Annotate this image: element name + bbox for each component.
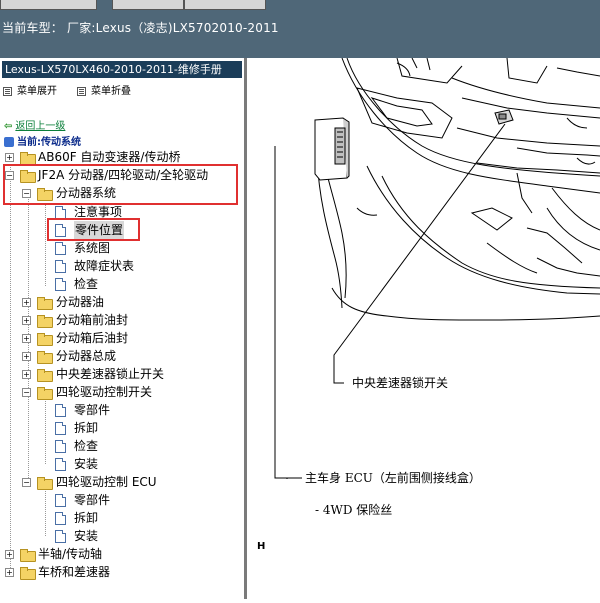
toolbar-button[interactable] [184, 0, 266, 10]
folder-icon [37, 351, 53, 364]
collapse-icon[interactable]: − [22, 388, 31, 397]
tree-item-center-diff-lock-switch[interactable]: + 中央差速器锁止开关 [0, 365, 240, 383]
tree-item-removal[interactable]: 拆卸 [0, 509, 240, 527]
tree-item-installation[interactable]: 安装 [0, 455, 240, 473]
callout-main-body-ecu: 主车身 ECU（左前围侧接线盒） [305, 471, 481, 485]
tree-item-label: 分动器油 [56, 295, 105, 309]
manual-title: Lexus-LX570LX460-2010-2011-维修手册 [2, 61, 242, 78]
parts-location-diagram: 中央差速器锁开关 主车身 ECU（左前围侧接线盒） - 4WD 保险丝 [247, 57, 600, 599]
tree-item-inspection[interactable]: 检查 [0, 275, 240, 293]
document-icon [55, 530, 66, 543]
expand-icon[interactable]: + [5, 568, 14, 577]
tree-item-rear-oil-seal[interactable]: + 分动箱后油封 [0, 329, 240, 347]
tree-item-inspection[interactable]: 检查 [0, 437, 240, 455]
current-section-label: 当前:传动系统 [17, 137, 81, 148]
folder-icon [37, 333, 53, 346]
tree-item-label: 安装 [74, 457, 99, 471]
document-icon [55, 278, 66, 291]
highlight-box [47, 218, 140, 241]
expand-menu-button[interactable]: 菜单展开 [3, 82, 57, 97]
document-icon [55, 440, 66, 453]
document-icon [55, 404, 66, 417]
tree-item-label: 零部件 [74, 403, 111, 417]
expand-icon[interactable]: + [22, 370, 31, 379]
tree-item-label: 系统图 [74, 241, 111, 255]
expand-icon[interactable]: + [22, 334, 31, 343]
document-icon [55, 512, 66, 525]
tree-item-system-diagram[interactable]: 系统图 [0, 239, 240, 257]
folder-icon [37, 315, 53, 328]
tree-item-label: 检查 [74, 277, 99, 291]
back-link[interactable]: ⇦ 返回上一级 [4, 117, 65, 132]
folder-open-icon [37, 477, 53, 490]
tree-item-label: 零部件 [74, 493, 111, 507]
list-icon [3, 86, 12, 96]
document-icon [55, 422, 66, 435]
top-bar: 当前车型： 厂家:Lexus（凌志)LX5702010-2011 [0, 0, 600, 58]
tree-item-label: 分动器总成 [56, 349, 117, 363]
expand-icon[interactable]: + [5, 153, 14, 162]
tree-item-removal[interactable]: 拆卸 [0, 419, 240, 437]
expand-icon[interactable]: + [22, 298, 31, 307]
back-arrow-icon: ⇦ [4, 121, 13, 132]
folder-icon [37, 369, 53, 382]
tree-item-4wd-control-ecu[interactable]: − 四轮驱动控制 ECU [0, 473, 240, 491]
folder-icon [20, 567, 36, 580]
list-icon [77, 86, 86, 96]
folder-icon [20, 549, 36, 562]
tree-item-front-oil-seal[interactable]: + 分动箱前油封 [0, 311, 240, 329]
dashboard-line-art [274, 57, 600, 479]
current-section: 当前:传动系统 [4, 133, 81, 148]
tree-item-label: 车桥和差速器 [38, 565, 111, 579]
tree-item-axle-differential[interactable]: + 车桥和差速器 [0, 563, 240, 581]
tree-item-label: 四轮驱动控制 ECU [56, 475, 157, 489]
collapse-menu-button[interactable]: 菜单折叠 [77, 82, 131, 97]
toolbar-button[interactable] [112, 0, 184, 10]
highlight-box [3, 164, 238, 205]
tree-item-label: 检查 [74, 439, 99, 453]
document-icon [55, 260, 66, 273]
callout-center-diff-lock-switch: 中央差速器锁开关 [352, 376, 449, 390]
vehicle-line: 当前车型： 厂家:Lexus（凌志)LX5702010-2011 [2, 21, 279, 35]
tree-item-components[interactable]: 零部件 [0, 401, 240, 419]
back-label: 返回上一级 [15, 121, 66, 132]
tree-item-label: 中央差速器锁止开关 [56, 367, 165, 381]
tree-item-label: 安装 [74, 529, 99, 543]
folder-open-icon [37, 387, 53, 400]
toolbar-button[interactable] [0, 0, 97, 10]
expand-icon[interactable]: + [5, 550, 14, 559]
tree-item-label: 拆卸 [74, 421, 99, 435]
tree-item-label: 四轮驱动控制开关 [56, 385, 153, 399]
document-icon [55, 458, 66, 471]
expand-icon[interactable]: + [22, 316, 31, 325]
tree-item-4wd-control-switch[interactable]: − 四轮驱动控制开关 [0, 383, 240, 401]
callout-4wd-fuse: - 4WD 保险丝 [315, 503, 393, 517]
expand-icon[interactable]: + [22, 352, 31, 361]
tree-item-label: 半轴/传动轴 [38, 547, 103, 561]
tree-item-components[interactable]: 零部件 [0, 491, 240, 509]
collapse-menu-label: 菜单折叠 [91, 86, 131, 97]
section-icon [4, 137, 14, 147]
tree-item-transfer-assembly[interactable]: + 分动器总成 [0, 347, 240, 365]
expand-menu-label: 菜单展开 [17, 86, 57, 97]
tree-item-symptom-table[interactable]: 故障症状表 [0, 257, 240, 275]
tree-item-label: 拆卸 [74, 511, 99, 525]
tree-item-transfer-oil[interactable]: + 分动器油 [0, 293, 240, 311]
tree-item-label: 分动箱前油封 [56, 313, 129, 327]
tree-item-label: 分动箱后油封 [56, 331, 129, 345]
collapse-icon[interactable]: − [22, 478, 31, 487]
tree-item-installation[interactable]: 安装 [0, 527, 240, 545]
document-icon [55, 494, 66, 507]
document-icon [55, 242, 66, 255]
tree-item-axle-shaft[interactable]: + 半轴/传动轴 [0, 545, 240, 563]
tree-item-label: 故障症状表 [74, 259, 135, 273]
folder-icon [37, 297, 53, 310]
diagram-marker: H [257, 541, 266, 552]
